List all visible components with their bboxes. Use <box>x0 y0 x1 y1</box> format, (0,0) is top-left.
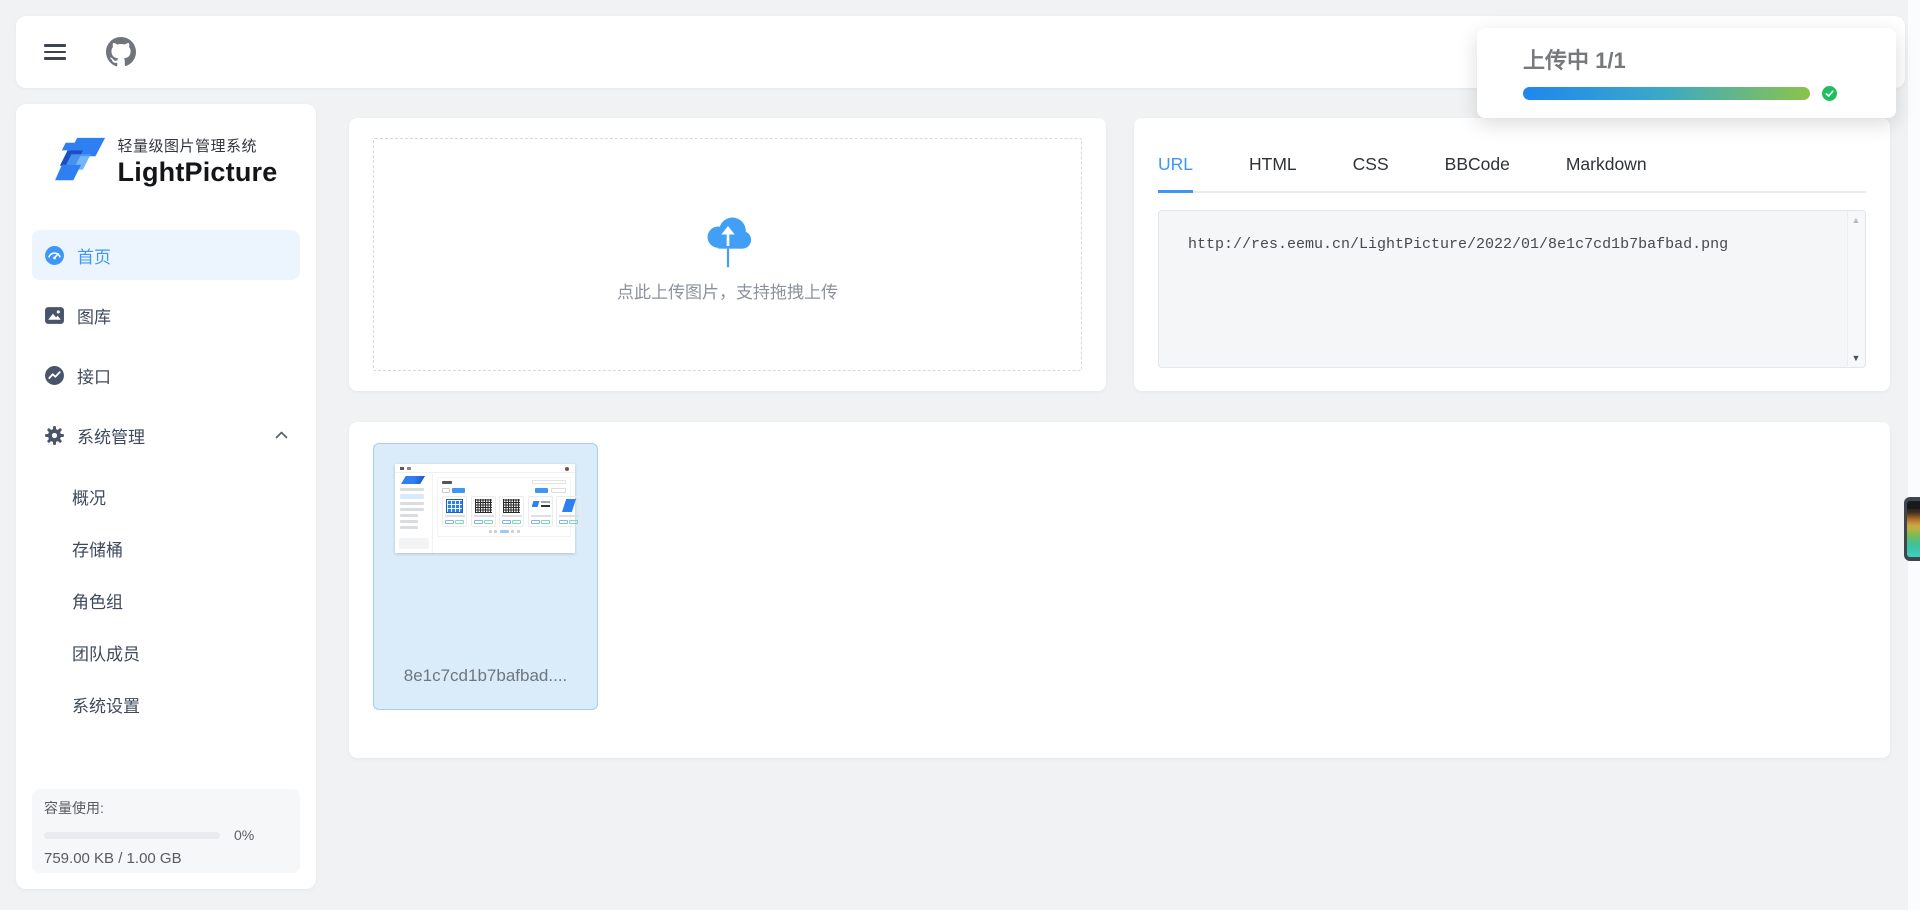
dashboard-icon <box>44 245 65 266</box>
gallery-card: 8e1c7cd1b7bafbad.... <box>349 422 1890 758</box>
chevron-up-icon <box>275 431 288 439</box>
thumbnail-preview <box>395 464 575 553</box>
sidebar-subitem-overview[interactable]: 概况 <box>32 470 300 522</box>
share-panel: URL HTML CSS BBCode Markdown http://res.… <box>1134 118 1890 391</box>
sidebar-subitem-settings[interactable]: 系统设置 <box>32 678 300 730</box>
tab-css[interactable]: CSS <box>1353 142 1389 191</box>
tab-bbcode[interactable]: BBCode <box>1445 142 1510 191</box>
upload-toast: 上传中 1/1 <box>1477 28 1896 118</box>
sidebar-item-api[interactable]: 接口 <box>32 350 300 400</box>
sidebar-item-label: 接口 <box>77 363 288 388</box>
sidebar-subitem-roles[interactable]: 角色组 <box>32 574 300 626</box>
scroll-up-icon[interactable]: ▲ <box>1852 215 1861 225</box>
sidebar-item-gallery[interactable]: 图库 <box>32 290 300 340</box>
capacity-progress-bar <box>44 832 220 839</box>
app-logo[interactable]: 轻量级图片管理系统 LightPicture <box>16 132 316 190</box>
capacity-usage: 759.00 KB / 1.00 GB <box>44 850 288 867</box>
uploaded-filename: 8e1c7cd1b7bafbad.... <box>374 666 597 686</box>
toast-title: 上传中 1/1 <box>1523 43 1872 75</box>
upload-hint: 点此上传图片，支持拖拽上传 <box>617 278 838 303</box>
sidebar-subitem-team[interactable]: 团队成员 <box>32 626 300 678</box>
page-scrollbar-gutter[interactable] <box>1908 0 1920 910</box>
capacity-percent: 0% <box>234 827 254 843</box>
sidebar-item-system[interactable]: 系统管理 <box>32 410 300 460</box>
tab-url[interactable]: URL <box>1158 142 1193 193</box>
logo-subtitle: 轻量级图片管理系统 <box>118 135 278 156</box>
capacity-widget: 容量使用: 0% 759.00 KB / 1.00 GB <box>32 789 300 873</box>
logo-icon <box>55 136 109 186</box>
tab-html[interactable]: HTML <box>1249 142 1297 191</box>
gear-icon <box>44 425 65 446</box>
cloud-upload-icon <box>699 206 757 270</box>
sidebar-subitem-buckets[interactable]: 存储桶 <box>32 522 300 574</box>
tab-markdown[interactable]: Markdown <box>1566 142 1647 191</box>
link-textarea-wrap: http://res.eemu.cn/LightPicture/2022/01/… <box>1158 210 1866 368</box>
upload-card: 点此上传图片，支持拖拽上传 <box>349 118 1106 391</box>
share-tabs: URL HTML CSS BBCode Markdown <box>1158 142 1866 193</box>
gallery-icon <box>44 305 65 326</box>
edge-extension-widget[interactable] <box>1904 497 1920 561</box>
sidebar-item-label: 首页 <box>77 243 288 268</box>
sidebar: 轻量级图片管理系统 LightPicture 首页 <box>16 104 316 889</box>
sidebar-item-home[interactable]: 首页 <box>32 230 300 280</box>
sidebar-nav: 首页 图库 接口 <box>16 190 316 730</box>
textarea-scrollbar[interactable]: ▲ ▼ <box>1847 212 1864 366</box>
sidebar-item-label: 系统管理 <box>77 423 263 448</box>
uploaded-image-tile[interactable]: 8e1c7cd1b7bafbad.... <box>373 443 598 710</box>
upload-dropzone[interactable]: 点此上传图片，支持拖拽上传 <box>373 138 1082 371</box>
link-textarea[interactable]: http://res.eemu.cn/LightPicture/2022/01/… <box>1159 211 1846 367</box>
capacity-label: 容量使用: <box>44 798 288 818</box>
sidebar-item-label: 图库 <box>77 303 288 328</box>
menu-icon[interactable] <box>44 44 66 60</box>
api-icon <box>44 365 65 386</box>
edge-widget-stripes <box>1907 501 1920 557</box>
check-circle-icon <box>1822 86 1837 101</box>
scroll-down-icon[interactable]: ▼ <box>1852 353 1861 363</box>
logo-title: LightPicture <box>118 157 278 188</box>
toast-progress-bar <box>1523 87 1810 100</box>
github-icon[interactable] <box>106 37 136 67</box>
